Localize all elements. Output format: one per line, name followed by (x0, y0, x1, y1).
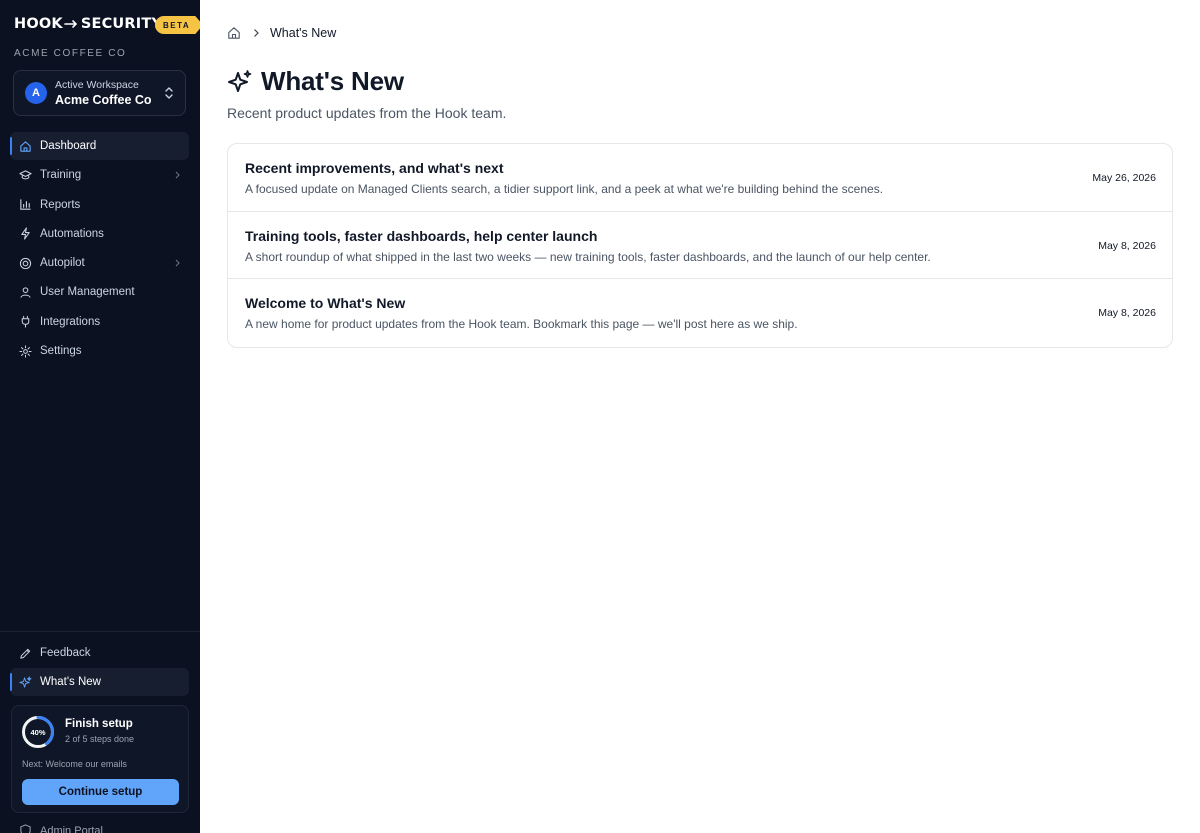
chevron-right-icon (175, 259, 180, 267)
setup-subtitle: 2 of 5 steps done (65, 734, 135, 744)
sidebar-item-label: Admin Portal (40, 824, 103, 833)
page-title: What's New (227, 66, 404, 97)
pencil-icon (19, 647, 32, 660)
chevron-right-icon (254, 29, 259, 37)
breadcrumb-current: What's New (270, 26, 337, 40)
continue-setup-button[interactable]: Continue setup (22, 779, 179, 805)
sidebar-item-label: Integrations (40, 315, 101, 328)
sidebar-nav: Dashboard Training Reports Automations A… (10, 132, 189, 366)
sidebar-item-label: Dashboard (40, 140, 97, 152)
setup-progress-label: 40% (30, 727, 46, 737)
sidebar-item-feedback[interactable]: Feedback (10, 639, 189, 667)
sidebar-item-user-management[interactable]: User Management (10, 278, 189, 306)
update-title: Training tools, faster dashboards, help … (245, 227, 598, 244)
bar-chart-icon (19, 198, 32, 211)
sidebar-item-label: Reports (40, 198, 81, 211)
brand-logo[interactable]: HOOK SECURITY (14, 16, 162, 32)
sidebar-item-reports[interactable]: Reports (10, 191, 189, 219)
sidebar-divider (0, 631, 200, 632)
sidebar-item-automations[interactable]: Automations (10, 220, 189, 248)
user-icon (19, 286, 32, 299)
setup-next-step: Next: Welcome our emails (22, 759, 127, 769)
workspace-text: Active Workspace Acme Coffee Co (55, 79, 152, 108)
list-item[interactable]: Training tools, faster dashboards, help … (228, 212, 1172, 280)
plug-icon (19, 315, 32, 328)
home-icon[interactable] (227, 26, 241, 40)
bolt-icon (19, 227, 32, 240)
sidebar-item-label: Settings (40, 345, 82, 358)
sparkles-icon (228, 69, 252, 92)
workspace-label: Active Workspace (55, 78, 139, 91)
sidebar-item-label: Feedback (40, 647, 91, 659)
brand-name-left: HOOK (14, 16, 63, 32)
home-icon (19, 140, 32, 153)
workspace-name: Acme Coffee Co (55, 92, 152, 107)
sidebar-item-settings[interactable]: Settings (10, 337, 189, 365)
update-description: A new home for product updates from the … (245, 317, 798, 332)
workspace-switcher[interactable]: A Active Workspace Acme Coffee Co (13, 70, 186, 116)
sidebar-item-training[interactable]: Training (10, 161, 189, 189)
beta-badge: BETA (155, 16, 200, 34)
update-date: May 26, 2026 (1092, 172, 1156, 184)
update-title: Welcome to What's New (245, 295, 406, 312)
workspace-avatar: A (25, 82, 47, 104)
update-date: May 8, 2026 (1098, 307, 1156, 320)
sparkles-icon (19, 676, 32, 689)
gear-icon (19, 344, 32, 358)
sidebar-item-label: Training (40, 169, 82, 182)
sidebar-item-whats-new[interactable]: What's New (10, 668, 189, 697)
sidebar-item-label: Autopilot (40, 257, 85, 270)
sidebar-item-integrations[interactable]: Integrations (10, 308, 189, 336)
main-content: What's New What's New Recent product upd… (200, 0, 1200, 833)
sidebar-bottom-nav: Feedback What's New (10, 639, 189, 698)
shield-icon (19, 824, 32, 833)
update-description: A short roundup of what shipped in the l… (245, 249, 931, 264)
sidebar-item-label: Automations (40, 227, 104, 240)
update-title: Recent improvements, and what's next (245, 160, 504, 176)
setup-card: 40% Finish setup 2 of 5 steps done Next:… (11, 705, 189, 813)
list-item[interactable]: Welcome to What's New A new home for pro… (228, 279, 1172, 347)
sidebar: HOOK SECURITY BETA ACME COFFEE CO A Acti… (0, 0, 200, 833)
target-icon (19, 257, 32, 270)
sidebar-item-admin-portal[interactable]: Admin Portal (19, 824, 103, 833)
update-date: May 8, 2026 (1098, 239, 1156, 252)
updates-list: Recent improvements, and what's next A f… (227, 143, 1173, 349)
hook-icon (64, 20, 77, 28)
update-description: A focused update on Managed Clients sear… (245, 182, 884, 196)
page-title-text: What's New (261, 66, 404, 96)
chevron-up-down-icon (165, 87, 173, 99)
breadcrumb: What's New (227, 26, 336, 40)
page-subtitle: Recent product updates from the Hook tea… (227, 105, 507, 121)
brand-name-right: SECURITY (80, 16, 163, 32)
sidebar-item-label: What's New (40, 676, 101, 689)
chevron-right-icon (175, 171, 180, 179)
sidebar-item-dashboard[interactable]: Dashboard (10, 132, 189, 160)
graduation-cap-icon (19, 169, 32, 182)
setup-title: Finish setup (65, 718, 133, 730)
list-item[interactable]: Recent improvements, and what's next A f… (228, 144, 1172, 212)
sidebar-item-label: User Management (40, 286, 135, 299)
org-name: ACME COFFEE CO (14, 48, 127, 59)
sidebar-item-autopilot[interactable]: Autopilot (10, 249, 189, 277)
